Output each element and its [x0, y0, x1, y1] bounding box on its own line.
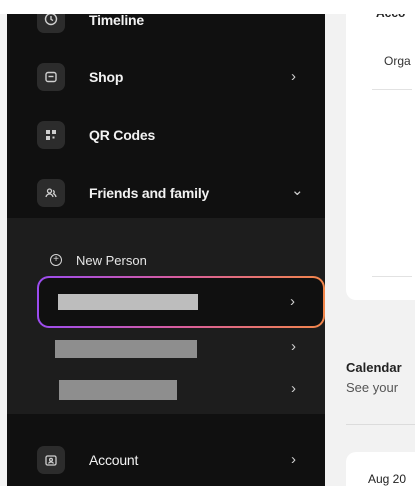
sidebar-item-label: QR Codes: [89, 127, 156, 143]
person-row[interactable]: ›: [7, 374, 325, 406]
calendar-subtitle: See your: [346, 380, 399, 395]
main-content: [325, 0, 415, 486]
calendar-title: Calendar: [346, 360, 402, 375]
sidebar-item-shop[interactable]: Shop ›: [7, 54, 325, 100]
card-row-label[interactable]: Orga: [384, 54, 411, 68]
sidebar-item-label: Account: [89, 452, 139, 468]
account-card: [346, 0, 415, 300]
store-icon: [37, 63, 65, 91]
chevron-right-icon: ›: [291, 380, 296, 397]
sidebar-item-friends-and-family[interactable]: Friends and family ⌄: [7, 170, 325, 216]
calendar-date: Aug 20: [368, 472, 407, 486]
sidebar-item-label: Friends and family: [89, 185, 210, 201]
selected-person-row[interactable]: ›: [50, 286, 312, 320]
account-icon: [37, 446, 65, 474]
chevron-right-icon: ›: [290, 293, 295, 310]
sidebar-item-account[interactable]: Account ›: [7, 437, 325, 483]
sidebar-item-label: Shop: [89, 69, 124, 85]
redacted-name: [55, 340, 197, 358]
new-person-label: New Person: [76, 252, 147, 268]
plus-circle-icon: +: [50, 254, 62, 266]
chevron-down-icon: ⌄: [291, 182, 304, 199]
person-row[interactable]: ›: [7, 334, 325, 366]
sidebar-item-qr-codes[interactable]: QR Codes: [7, 112, 325, 158]
card-divider: [372, 276, 412, 277]
calendar-divider: [346, 424, 415, 425]
chevron-right-icon: ›: [291, 338, 296, 355]
sidebar-item-label: Timeline: [89, 12, 144, 28]
sidebar-edge: [0, 0, 7, 486]
chevron-right-icon: ›: [291, 451, 296, 468]
new-person-button[interactable]: + New Person: [50, 250, 147, 270]
chevron-right-icon: ›: [291, 68, 296, 85]
qr-code-icon: [37, 121, 65, 149]
redacted-name: [59, 380, 177, 400]
top-edge: [0, 0, 415, 14]
card-divider: [372, 89, 412, 90]
redacted-name: [58, 294, 198, 310]
people-icon: [37, 179, 65, 207]
